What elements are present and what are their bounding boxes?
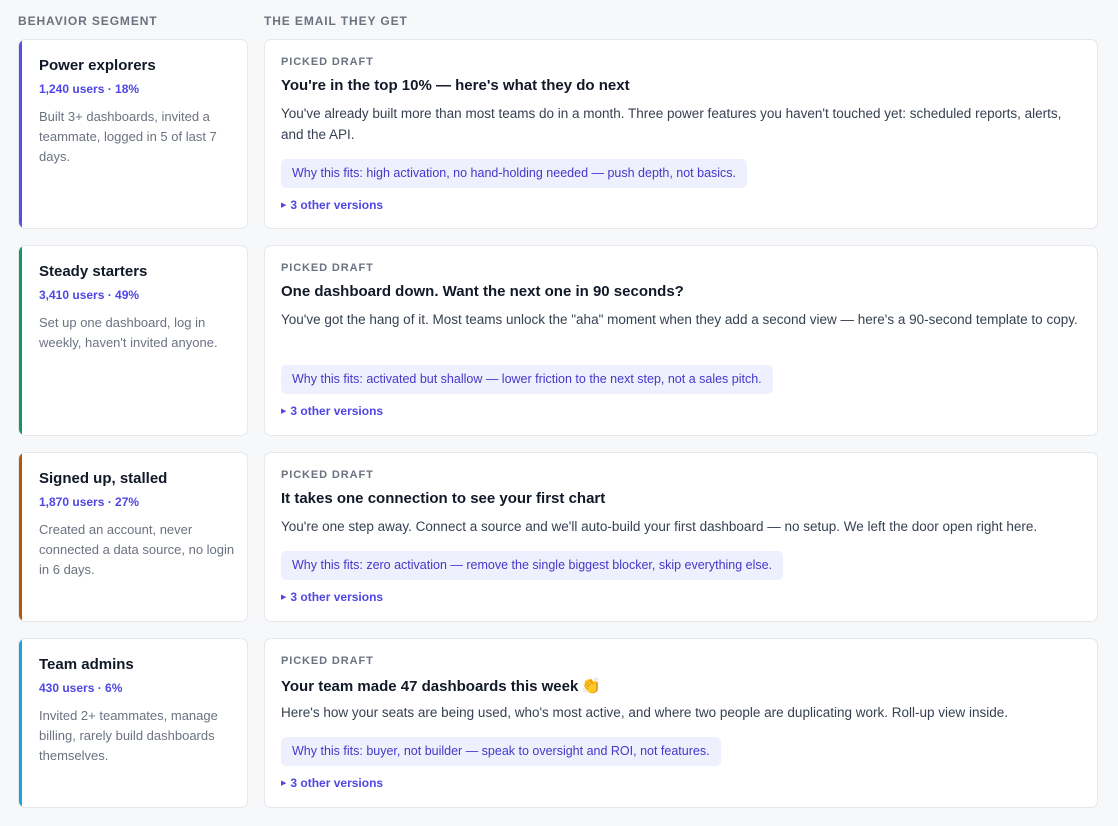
why-this-fits-note: Why this fits: zero activation — remove … bbox=[281, 551, 784, 580]
segment-row-signed-up-stalled: Signed up, stalled 1,870 users · 27% Cre… bbox=[18, 452, 1098, 622]
expand-triangle-icon: ▶ bbox=[281, 594, 287, 601]
segment-stats: 1,870 users · 27% bbox=[39, 495, 140, 509]
other-versions-toggle[interactable]: ▶ 3 other versions bbox=[281, 776, 383, 790]
segment-card[interactable]: Steady starters 3,410 users · 49% Set up… bbox=[18, 245, 248, 436]
email-header: THE EMAIL THEY GET bbox=[264, 14, 408, 28]
segment-title: Signed up, stalled bbox=[39, 470, 168, 487]
email-subject-text: One dashboard down. Want the next one in… bbox=[281, 283, 684, 300]
picked-draft-label: PICKED DRAFT bbox=[281, 655, 374, 667]
segment-stats: 1,240 users · 18% bbox=[39, 82, 140, 96]
why-this-fits-note: Why this fits: buyer, not builder — spea… bbox=[281, 737, 721, 766]
segment-description: Created an account, never connected a da… bbox=[39, 522, 235, 577]
email-card: PICKED DRAFT It takes one connection to … bbox=[264, 452, 1098, 622]
other-versions-label: 3 other versions bbox=[290, 198, 384, 212]
segment-title: Power explorers bbox=[39, 57, 156, 74]
clapping-hands-icon: 👏 bbox=[581, 678, 602, 695]
email-subject: You're in the top 10% — here's what they… bbox=[281, 77, 630, 94]
why-this-fits-note: Why this fits: activated but shallow — l… bbox=[281, 365, 773, 394]
segment-row-steady-starters: Steady starters 3,410 users · 49% Set up… bbox=[18, 245, 1098, 436]
picked-draft-label: PICKED DRAFT bbox=[281, 262, 374, 274]
picked-draft-label: PICKED DRAFT bbox=[281, 469, 374, 481]
other-versions-label: 3 other versions bbox=[290, 776, 384, 790]
why-this-fits-note: Why this fits: high activation, no hand-… bbox=[281, 159, 748, 188]
segment-stats: 430 users · 6% bbox=[39, 681, 123, 695]
email-subject-text: It takes one connection to see your firs… bbox=[281, 490, 606, 507]
email-card: PICKED DRAFT You're in the top 10% — her… bbox=[264, 39, 1098, 229]
segment-row-team-admins: Team admins 430 users · 6% Invited 2+ te… bbox=[18, 638, 1098, 808]
segment-title: Team admins bbox=[39, 656, 134, 673]
segment-accent-bar bbox=[19, 639, 22, 807]
expand-triangle-icon: ▶ bbox=[281, 408, 287, 415]
segment-email-page: BEHAVIOR SEGMENT THE EMAIL THEY GET Powe… bbox=[0, 0, 1118, 826]
email-subject: It takes one connection to see your firs… bbox=[281, 490, 605, 507]
other-versions-label: 3 other versions bbox=[290, 590, 384, 604]
segment-stats: 3,410 users · 49% bbox=[39, 288, 140, 302]
email-body: You've already built more than most team… bbox=[281, 106, 1062, 142]
segment-card[interactable]: Power explorers 1,240 users · 18% Built … bbox=[18, 39, 248, 229]
behavior-segment-header: BEHAVIOR SEGMENT bbox=[18, 14, 158, 28]
segment-accent-bar bbox=[19, 246, 22, 435]
email-subject-text: Your team made 47 dashboards this week bbox=[281, 678, 579, 695]
segment-row-power-explorers: Power explorers 1,240 users · 18% Built … bbox=[18, 39, 1098, 229]
email-subject-text: You're in the top 10% — here's what they… bbox=[281, 77, 630, 94]
picked-draft-label: PICKED DRAFT bbox=[281, 56, 374, 68]
other-versions-toggle[interactable]: ▶ 3 other versions bbox=[281, 590, 383, 604]
email-subject: Your team made 47 dashboards this week 👏 bbox=[281, 676, 601, 696]
other-versions-label: 3 other versions bbox=[290, 404, 384, 418]
segment-description: Set up one dashboard, log in weekly, hav… bbox=[39, 315, 218, 350]
email-body: You're one step away. Connect a source a… bbox=[281, 519, 1038, 534]
segment-description: Invited 2+ teammates, manage billing, ra… bbox=[39, 708, 218, 763]
segment-title: Steady starters bbox=[39, 263, 148, 280]
segment-description: Built 3+ dashboards, invited a teammate,… bbox=[39, 109, 217, 164]
expand-triangle-icon: ▶ bbox=[281, 202, 287, 209]
email-subject: One dashboard down. Want the next one in… bbox=[281, 283, 684, 300]
segment-accent-bar bbox=[19, 453, 22, 621]
email-card: PICKED DRAFT One dashboard down. Want th… bbox=[264, 245, 1098, 436]
email-body: Here's how your seats are being used, wh… bbox=[281, 705, 1009, 720]
segment-card[interactable]: Signed up, stalled 1,870 users · 27% Cre… bbox=[18, 452, 248, 622]
email-card: PICKED DRAFT Your team made 47 dashboard… bbox=[264, 638, 1098, 808]
email-body: You've got the hang of it. Most teams un… bbox=[281, 312, 1078, 327]
other-versions-toggle[interactable]: ▶ 3 other versions bbox=[281, 404, 383, 418]
segment-accent-bar bbox=[19, 40, 22, 228]
expand-triangle-icon: ▶ bbox=[281, 780, 287, 787]
other-versions-toggle[interactable]: ▶ 3 other versions bbox=[281, 198, 383, 212]
segment-card[interactable]: Team admins 430 users · 6% Invited 2+ te… bbox=[18, 638, 248, 808]
